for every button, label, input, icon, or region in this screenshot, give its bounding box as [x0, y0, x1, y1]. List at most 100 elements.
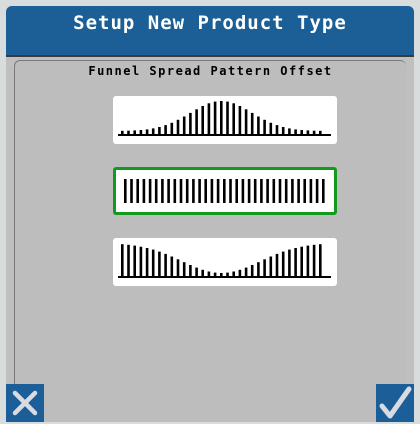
pattern-bar	[164, 253, 167, 276]
pattern-bar	[284, 179, 288, 203]
pattern-bar	[309, 179, 313, 203]
pattern-bar	[161, 179, 164, 203]
pattern-bar	[250, 112, 254, 134]
pattern-bar	[235, 179, 238, 203]
pattern-bar	[223, 179, 226, 203]
pattern-bar	[232, 271, 235, 276]
pattern-bar	[176, 119, 180, 134]
pattern-bar	[176, 259, 180, 276]
pattern-bar	[121, 130, 124, 134]
pattern-bar	[281, 127, 285, 134]
pattern-bar	[275, 125, 279, 134]
pattern-bar	[207, 103, 211, 134]
pattern-option-center-heavy[interactable]	[113, 96, 337, 144]
pattern-bar	[127, 130, 130, 134]
pattern-bar	[201, 269, 204, 276]
pattern-bar	[226, 272, 229, 276]
pattern-bar	[182, 116, 186, 134]
pattern-bar	[263, 259, 266, 276]
pattern-bar	[300, 130, 303, 134]
pattern-bar	[216, 179, 220, 203]
center-heavy-pattern-icon	[118, 101, 331, 136]
pattern-bar	[260, 179, 263, 203]
cancel-button[interactable]	[6, 384, 44, 422]
pattern-bar	[189, 112, 192, 134]
pattern-bar	[136, 179, 139, 203]
pattern-bar	[229, 179, 232, 203]
content-area: Funnel Spread Pattern Offset	[14, 60, 406, 422]
pattern-bar	[253, 179, 257, 203]
pattern-bar	[244, 109, 248, 134]
pattern-bar	[220, 101, 223, 134]
pattern-baseline	[118, 134, 331, 136]
pattern-bar	[250, 265, 254, 276]
pattern-bar	[269, 256, 273, 276]
pattern-bar	[275, 253, 279, 276]
pattern-bar	[130, 179, 133, 203]
pattern-bar	[170, 122, 174, 134]
pattern-bar	[167, 179, 170, 203]
pattern-bar	[322, 179, 325, 203]
pattern-bar	[238, 269, 242, 276]
pattern-bar	[319, 130, 322, 134]
pattern-bar	[294, 248, 297, 276]
pattern-bar	[124, 179, 127, 203]
pattern-bar	[189, 265, 192, 276]
pattern-bar	[154, 179, 158, 203]
section-subtitle: Funnel Spread Pattern Offset	[88, 64, 333, 78]
pattern-bar	[207, 271, 211, 276]
pattern-bar	[158, 251, 161, 276]
pattern-bar	[148, 179, 152, 203]
pattern-bar	[158, 127, 161, 134]
pattern-bar	[263, 119, 266, 134]
pattern-bar	[238, 106, 242, 134]
pattern-bar	[288, 249, 291, 276]
pattern-bar	[139, 246, 143, 276]
pattern-bar	[195, 109, 198, 134]
pattern-option-uniform[interactable]	[113, 167, 337, 215]
pattern-bar	[306, 245, 310, 276]
pattern-bar	[241, 179, 245, 203]
pattern-bar	[139, 130, 143, 134]
pattern-bar	[319, 244, 322, 276]
confirm-button[interactable]	[376, 384, 414, 422]
pattern-bar	[195, 267, 198, 276]
pattern-bar	[164, 125, 167, 134]
pattern-bar	[133, 245, 136, 276]
close-x-icon	[12, 390, 38, 416]
pattern-bar	[312, 244, 316, 276]
pattern-bar	[278, 179, 282, 203]
pattern-bar	[220, 273, 223, 276]
pattern-bar	[127, 244, 130, 276]
pattern-bar	[185, 179, 189, 203]
pattern-bar	[244, 267, 248, 276]
pattern-bar	[297, 179, 300, 203]
pattern-baseline	[118, 276, 331, 278]
pattern-bar	[232, 103, 235, 134]
pattern-option-edge-heavy[interactable]	[113, 238, 337, 286]
edge-heavy-pattern-icon	[118, 244, 331, 278]
pattern-bar	[226, 101, 229, 134]
pattern-bar	[173, 179, 177, 203]
pattern-bar	[204, 179, 207, 203]
pattern-bar	[281, 251, 285, 276]
pattern-bar	[210, 179, 214, 203]
pattern-bar	[145, 129, 149, 134]
pattern-bar	[312, 130, 316, 134]
pattern-bar	[257, 262, 260, 276]
pattern-bar	[192, 179, 195, 203]
pattern-bar	[266, 179, 269, 203]
pattern-bar	[294, 129, 297, 134]
pattern-bar	[269, 122, 273, 134]
pattern-bar	[201, 106, 204, 134]
pattern-bar	[198, 179, 201, 203]
dialog-panel: Setup New Product Type Funnel Spread Pat…	[6, 6, 414, 422]
pattern-bar	[182, 262, 186, 276]
pattern-bar	[315, 179, 319, 203]
checkmark-icon	[379, 386, 412, 419]
pattern-bar	[151, 249, 155, 276]
pattern-bar	[145, 248, 149, 276]
pattern-bar	[213, 101, 217, 134]
pattern-bar	[133, 130, 136, 134]
title-bar: Setup New Product Type	[6, 6, 414, 57]
